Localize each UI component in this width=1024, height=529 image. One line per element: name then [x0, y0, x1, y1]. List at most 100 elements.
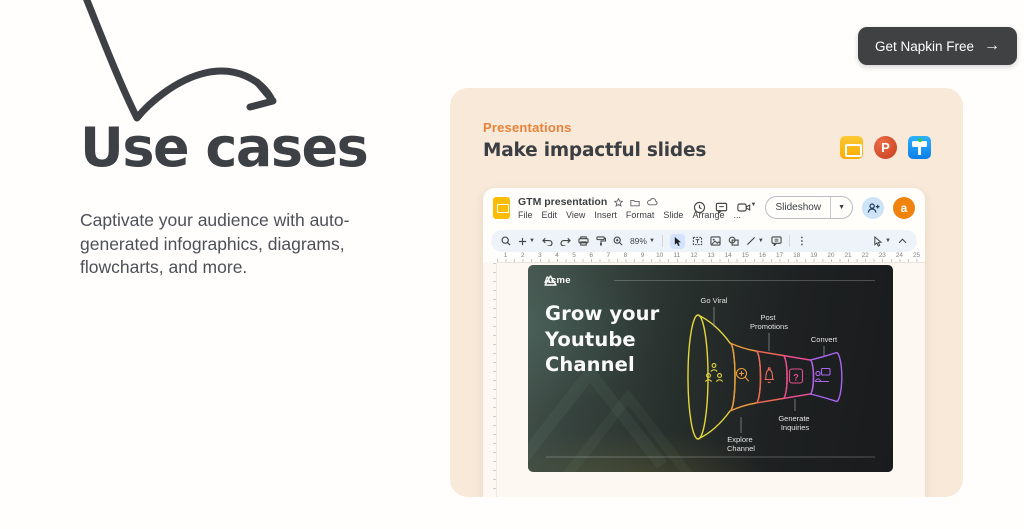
keynote-icon	[908, 136, 931, 159]
version-history-icon[interactable]	[693, 201, 706, 214]
slideshow-label: Slideshow	[766, 202, 830, 213]
menu-format[interactable]: Format	[626, 210, 655, 220]
menu-file[interactable]: File	[518, 210, 533, 220]
funnel-stage-3	[756, 351, 787, 403]
move-folder-icon[interactable]	[630, 198, 640, 207]
convert-icon	[815, 369, 830, 382]
stage-label: Generate Inquiries	[778, 414, 811, 432]
comments-icon[interactable]	[715, 202, 728, 214]
insert-comment-icon[interactable]	[771, 236, 782, 246]
ruler-number: 3	[531, 252, 548, 259]
undo-icon[interactable]	[542, 237, 553, 246]
star-icon[interactable]	[614, 198, 623, 207]
print-icon[interactable]	[578, 236, 589, 246]
ruler-number: 10	[651, 252, 668, 259]
slideshow-dropdown[interactable]: ▼	[830, 197, 852, 218]
collapse-toolbar-icon[interactable]	[898, 238, 907, 244]
ruler-number: 18	[788, 252, 805, 259]
google-slides-icon	[840, 136, 863, 159]
more-options-icon[interactable]: ⋮	[797, 236, 807, 247]
account-avatar[interactable]: a	[893, 197, 915, 219]
ruler-number: 1	[497, 252, 514, 259]
funnel-mouth	[688, 315, 708, 439]
ruler-number: 7	[600, 252, 617, 259]
slides-titlebar: GTM presentation File Edit View Insert Forma…	[483, 188, 925, 229]
ruler-number: 4	[548, 252, 565, 259]
ruler-number: 25	[908, 252, 925, 259]
ruler-number: 8	[617, 252, 634, 259]
document-title[interactable]: GTM presentation	[518, 196, 607, 208]
menu-insert[interactable]: Insert	[594, 210, 617, 220]
card-title: Make impactful slides	[483, 140, 706, 161]
app-logos: P	[840, 136, 931, 159]
ruler-number: 5	[566, 252, 583, 259]
get-napkin-free-button[interactable]: Get Napkin Free →	[858, 27, 1017, 65]
slides-toolbar: ▼ 89% ▼	[491, 230, 917, 252]
stage-label: Post Promotions	[750, 313, 788, 331]
stage-label: Convert	[811, 335, 838, 344]
google-slides-window: GTM presentation File Edit View Insert Forma…	[483, 188, 925, 497]
zoom-value: 89%	[630, 236, 647, 246]
ruler-number: 22	[857, 252, 874, 259]
paint-format-icon[interactable]	[596, 236, 606, 246]
insert-image-icon[interactable]	[710, 236, 721, 246]
slide-canvas[interactable]: Acme Grow your Youtube Channel	[483, 263, 925, 497]
cta-label: Get Napkin Free	[875, 39, 974, 54]
menu-bar: FileEditViewInsertFormatSlideArrange...	[518, 210, 693, 220]
ruler-number: 9	[634, 252, 651, 259]
search-menus-icon[interactable]	[501, 236, 511, 246]
share-button[interactable]	[862, 197, 884, 219]
stage-label: Go Viral	[701, 296, 728, 305]
slide-thumbnail[interactable]: Acme Grow your Youtube Channel	[528, 265, 893, 472]
ruler-number: 19	[805, 252, 822, 259]
powerpoint-icon: P	[874, 136, 897, 159]
page-title: Use cases	[80, 116, 367, 179]
insert-shape-icon[interactable]	[728, 236, 739, 246]
ruler-number: 6	[583, 252, 600, 259]
funnel-stage-5	[810, 353, 842, 402]
redo-icon[interactable]	[560, 237, 571, 246]
section-description: Captivate your audience with auto-genera…	[80, 209, 398, 280]
funnel-stage-1	[698, 315, 735, 439]
card-eyebrow: Presentations	[483, 120, 572, 135]
magnifier-icon	[737, 369, 749, 382]
cloud-saved-icon[interactable]	[647, 198, 658, 206]
meet-camera-icon[interactable]: ▼	[737, 202, 757, 213]
select-tool-icon[interactable]	[670, 234, 685, 249]
use-cases-section: Use cases Captivate your audience with a…	[0, 0, 1024, 529]
ruler-number: 12	[685, 252, 702, 259]
ruler-number: 23	[874, 252, 891, 259]
slideshow-button[interactable]: Slideshow ▼	[765, 196, 853, 219]
ruler-number: 16	[754, 252, 771, 259]
text-box-icon[interactable]	[692, 236, 703, 246]
ruler-number: 21	[840, 252, 857, 259]
ruler-number: 15	[737, 252, 754, 259]
question-glyph: ?	[793, 373, 799, 383]
zoom-in-icon[interactable]	[613, 236, 623, 246]
bell-icon	[765, 368, 775, 383]
ruler-number: 20	[822, 252, 839, 259]
stage-label: Explore Channel	[727, 435, 755, 453]
slides-app-icon	[493, 197, 510, 219]
funnel-diagram: ?	[528, 265, 893, 472]
menu-slide[interactable]: Slide	[663, 210, 683, 220]
menu-view[interactable]: View	[566, 210, 585, 220]
zoom-level-select[interactable]: 89% ▼	[630, 236, 655, 246]
hand-drawn-arrow	[58, 0, 290, 130]
horizontal-ruler: 1234567891011121314151617181920212223242…	[497, 252, 925, 263]
toolbar-divider	[789, 235, 790, 247]
ruler-number: 17	[771, 252, 788, 259]
ruler-number: 24	[891, 252, 908, 259]
toolbar-divider	[662, 235, 663, 247]
ruler-number: 14	[720, 252, 737, 259]
new-slide-icon[interactable]: ▼	[518, 237, 535, 246]
arrow-right-icon: →	[984, 38, 1000, 54]
ruler-number: 13	[703, 252, 720, 259]
ruler-number: 11	[668, 252, 685, 259]
ruler-number: 2	[514, 252, 531, 259]
menu-edit[interactable]: Edit	[542, 210, 558, 220]
funnel-stage-2	[730, 343, 761, 411]
vertical-ruler	[483, 263, 497, 497]
insert-line-icon[interactable]: ▼	[746, 236, 764, 246]
laser-pointer-icon[interactable]: ▼	[873, 236, 891, 247]
